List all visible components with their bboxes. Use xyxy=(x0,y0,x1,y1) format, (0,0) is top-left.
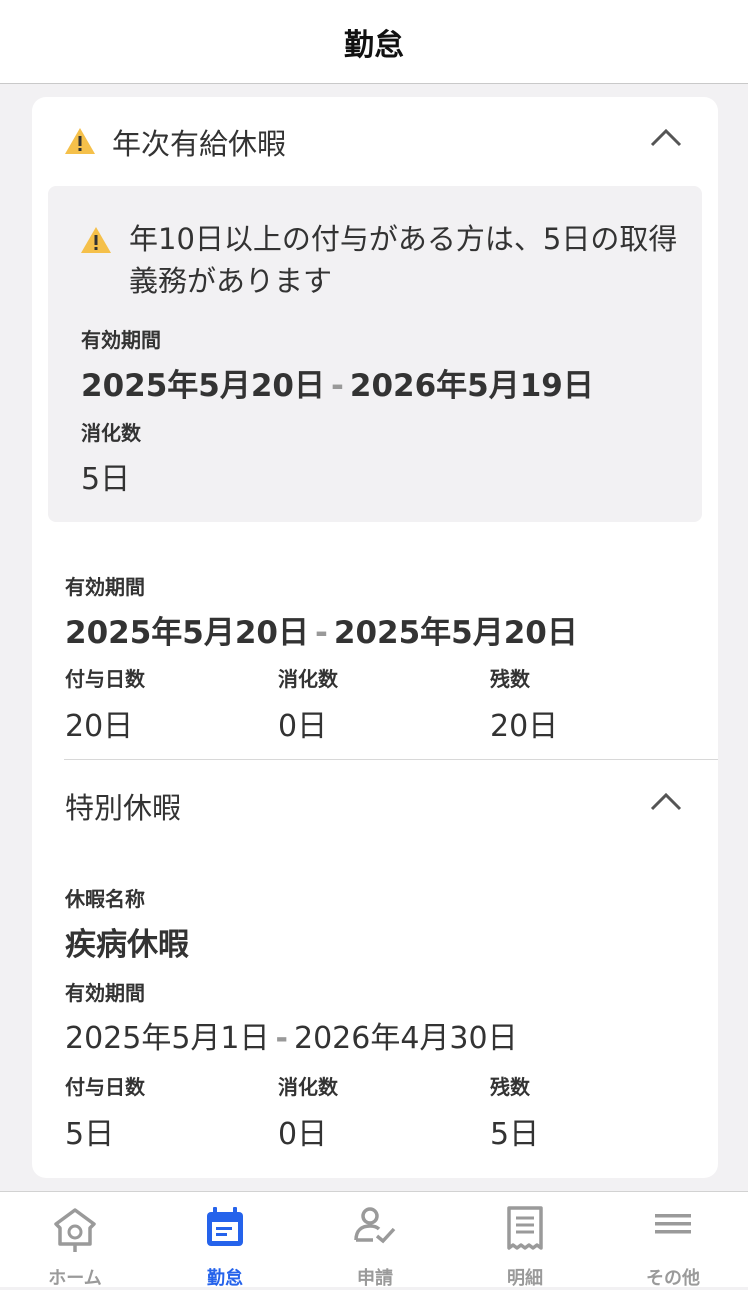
header: 勤怠 xyxy=(0,0,748,84)
consumed-label: 消化数 xyxy=(278,667,338,691)
annual-leave-title: 年次有給休暇 xyxy=(112,127,287,161)
tab-label: 明細 xyxy=(507,1268,543,1289)
tab-label: ホーム xyxy=(48,1268,102,1289)
tab-home[interactable]: ホーム xyxy=(0,1192,150,1289)
page-title: 勤怠 xyxy=(344,27,404,63)
period-label: 有効期間 xyxy=(81,328,161,352)
consumed-label: 消化数 xyxy=(81,421,141,445)
tab-statements[interactable]: 明細 xyxy=(450,1192,600,1289)
special-period-label: 有効期間 xyxy=(65,981,145,1005)
home-icon xyxy=(54,1208,96,1252)
bottom-tab-bar: ホーム 勤怠 申請 明細 その他 xyxy=(0,1191,748,1289)
tab-label: 申請 xyxy=(357,1268,393,1289)
tab-requests[interactable]: 申請 xyxy=(300,1192,450,1289)
receipt-icon xyxy=(507,1206,543,1250)
special-granted-label: 付与日数 xyxy=(65,1075,145,1099)
remaining-label: 残数 xyxy=(490,667,530,691)
special-period-value: 2025年5月1日 -2026年4月30日 xyxy=(65,1021,518,1056)
person-check-icon xyxy=(354,1207,396,1244)
special-consumed-value: 0日 xyxy=(278,1117,328,1152)
granted-days-value: 20日 xyxy=(65,709,134,744)
leave-card: 年次有給休暇 年10日以上の付与がある方は、5日の取得義務があります 有効期間 … xyxy=(32,97,718,1178)
warning-icon xyxy=(81,227,111,253)
grant-period-label: 有効期間 xyxy=(65,575,145,599)
menu-icon xyxy=(655,1214,691,1234)
granted-days-label: 付与日数 xyxy=(65,667,145,691)
leave-name-label: 休暇名称 xyxy=(65,887,145,911)
special-remaining-value: 5日 xyxy=(490,1117,540,1152)
grant-period-value: 2025年5月20日 -2025年5月20日 xyxy=(65,615,578,651)
tab-label: 勤怠 xyxy=(207,1268,243,1289)
special-consumed-label: 消化数 xyxy=(278,1075,338,1099)
warning-icon xyxy=(65,128,95,154)
leave-name-value: 疾病休暇 xyxy=(65,927,189,963)
tab-label: その他 xyxy=(646,1268,700,1289)
special-remaining-label: 残数 xyxy=(490,1075,530,1099)
consumed-value: 5日 xyxy=(81,462,131,497)
special-leave-title: 特別休暇 xyxy=(65,791,182,825)
tab-attendance[interactable]: 勤怠 xyxy=(150,1192,300,1289)
chevron-up-icon[interactable] xyxy=(650,127,682,147)
period-value: 2025年5月20日 -2026年5月19日 xyxy=(81,368,594,404)
special-leave-header[interactable]: 特別休暇 xyxy=(32,761,718,841)
calendar-icon xyxy=(207,1207,243,1246)
annual-leave-header[interactable]: 年次有給休暇 xyxy=(32,97,718,177)
divider xyxy=(64,759,718,760)
remaining-value: 20日 xyxy=(490,709,559,744)
chevron-up-icon[interactable] xyxy=(650,791,682,811)
tab-more[interactable]: その他 xyxy=(598,1192,748,1289)
notice-text: 年10日以上の付与がある方は、5日の取得義務があります xyxy=(129,222,678,298)
consumed-value: 0日 xyxy=(278,709,328,744)
special-granted-value: 5日 xyxy=(65,1117,115,1152)
obligation-notice: 年10日以上の付与がある方は、5日の取得義務があります 有効期間 2025年5月… xyxy=(48,186,702,522)
